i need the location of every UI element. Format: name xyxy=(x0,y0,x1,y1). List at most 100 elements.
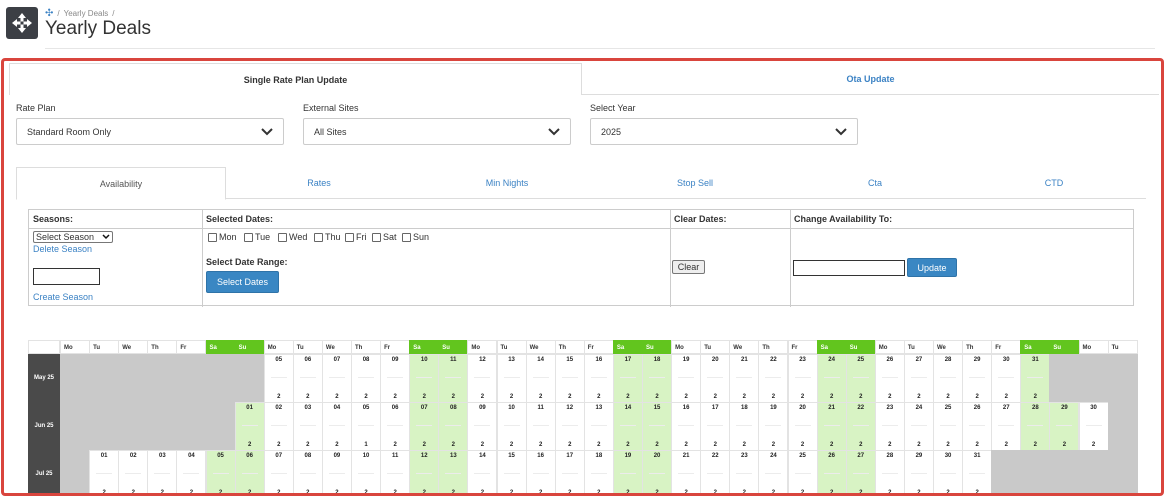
calendar-day-cell[interactable]: 25 2 xyxy=(787,450,818,493)
calendar-day-cell[interactable]: 08 2 xyxy=(292,450,323,493)
calendar-day-cell[interactable]: 21 2 xyxy=(671,450,702,493)
calendar-day-cell[interactable]: 12 2 xyxy=(554,402,585,451)
availability-input[interactable] xyxy=(793,260,905,276)
update-button[interactable]: Update xyxy=(907,258,957,277)
year-select[interactable]: 2025 xyxy=(590,118,858,145)
calendar-day-cell[interactable]: 29 2 xyxy=(962,354,993,403)
create-season-link[interactable]: Create Season xyxy=(33,292,93,302)
tab-cta[interactable]: Cta xyxy=(788,167,962,199)
tab-rates[interactable]: Rates xyxy=(226,167,412,199)
calendar-day-cell[interactable]: 19 2 xyxy=(612,450,643,493)
calendar-day-cell[interactable]: 04 2 xyxy=(176,450,207,493)
calendar-day-cell[interactable]: 18 2 xyxy=(583,450,614,493)
tab-min-nights[interactable]: Min Nights xyxy=(412,167,602,199)
external-sites-select[interactable]: All Sites xyxy=(303,118,571,145)
calendar-day-cell[interactable]: 31 2 xyxy=(962,450,993,493)
calendar-day-cell[interactable]: 14 2 xyxy=(612,402,643,451)
calendar-day-cell[interactable]: 19 2 xyxy=(671,354,702,403)
calendar-day-cell[interactable]: 24 2 xyxy=(758,450,789,493)
calendar-day-cell[interactable]: 05 2 xyxy=(205,450,236,493)
calendar-day-cell[interactable]: 30 2 xyxy=(933,450,964,493)
tab-ctd[interactable]: CTD xyxy=(962,167,1146,199)
day-checkbox-thu[interactable]: Thu xyxy=(314,232,341,242)
calendar-day-cell[interactable]: 17 2 xyxy=(700,402,731,451)
calendar-day-cell[interactable]: 08 2 xyxy=(438,402,469,451)
calendar-day-cell[interactable]: 31 2 xyxy=(1020,354,1051,403)
calendar-day-cell[interactable]: 21 2 xyxy=(729,354,760,403)
calendar-day-cell[interactable]: 05 1 xyxy=(351,402,382,451)
calendar-day-cell[interactable]: 25 2 xyxy=(845,354,876,403)
tab-stop-sell[interactable]: Stop Sell xyxy=(602,167,788,199)
calendar-day-cell[interactable]: 30 2 xyxy=(1078,402,1109,451)
calendar-day-cell[interactable]: 08 2 xyxy=(351,354,382,403)
day-checkbox-fri[interactable]: Fri xyxy=(345,232,367,242)
calendar-day-cell[interactable]: 07 2 xyxy=(321,354,352,403)
calendar-day-cell[interactable]: 20 2 xyxy=(700,354,731,403)
calendar-day-cell[interactable]: 18 2 xyxy=(642,354,673,403)
calendar-day-cell[interactable]: 15 2 xyxy=(496,450,527,493)
day-checkbox-mon[interactable]: Mon xyxy=(208,232,237,242)
calendar-day-cell[interactable]: 27 2 xyxy=(991,402,1022,451)
calendar-day-cell[interactable]: 16 2 xyxy=(671,402,702,451)
calendar-day-cell[interactable]: 28 2 xyxy=(1020,402,1051,451)
select-dates-button[interactable]: Select Dates xyxy=(206,271,279,293)
calendar-day-cell[interactable]: 26 2 xyxy=(816,450,847,493)
calendar-day-cell[interactable]: 11 2 xyxy=(525,402,556,451)
rate-plan-select[interactable]: Standard Room Only xyxy=(16,118,284,145)
calendar-day-cell[interactable]: 01 2 xyxy=(234,402,265,451)
calendar-day-cell[interactable]: 07 2 xyxy=(263,450,294,493)
calendar-day-cell[interactable]: 13 2 xyxy=(496,354,527,403)
calendar-day-cell[interactable]: 07 2 xyxy=(409,402,440,451)
calendar-day-cell[interactable]: 15 2 xyxy=(554,354,585,403)
calendar-day-cell[interactable]: 22 2 xyxy=(845,402,876,451)
tab-availability[interactable]: Availability xyxy=(16,167,226,200)
calendar-day-cell[interactable]: 05 2 xyxy=(263,354,294,403)
calendar-day-cell[interactable]: 02 2 xyxy=(263,402,294,451)
calendar-day-cell[interactable]: 09 2 xyxy=(321,450,352,493)
calendar-day-cell[interactable]: 11 2 xyxy=(438,354,469,403)
calendar-day-cell[interactable]: 26 2 xyxy=(874,354,905,403)
calendar-day-cell[interactable]: 28 2 xyxy=(874,450,905,493)
calendar-day-cell[interactable]: 25 2 xyxy=(933,402,964,451)
calendar-day-cell[interactable]: 28 2 xyxy=(933,354,964,403)
calendar-day-cell[interactable]: 16 2 xyxy=(583,354,614,403)
calendar-day-cell[interactable]: 15 2 xyxy=(642,402,673,451)
calendar-day-cell[interactable]: 17 2 xyxy=(554,450,585,493)
calendar-day-cell[interactable]: 24 2 xyxy=(816,354,847,403)
calendar-day-cell[interactable]: 30 2 xyxy=(991,354,1022,403)
calendar-day-cell[interactable]: 20 2 xyxy=(642,450,673,493)
calendar-day-cell[interactable]: 27 2 xyxy=(845,450,876,493)
tab-single-rate-plan-update[interactable]: Single Rate Plan Update xyxy=(9,63,582,95)
calendar-day-cell[interactable]: 17 2 xyxy=(612,354,643,403)
calendar-day-cell[interactable]: 22 2 xyxy=(758,354,789,403)
calendar-day-cell[interactable]: 26 2 xyxy=(962,402,993,451)
calendar-day-cell[interactable]: 09 2 xyxy=(380,354,411,403)
breadcrumb-item[interactable]: Yearly Deals xyxy=(64,9,109,18)
season-select[interactable]: Select Season xyxy=(33,231,113,243)
calendar-day-cell[interactable]: 13 2 xyxy=(583,402,614,451)
day-checkbox-sat[interactable]: Sat xyxy=(372,232,397,242)
calendar-day-cell[interactable]: 24 2 xyxy=(903,402,934,451)
calendar-day-cell[interactable]: 09 2 xyxy=(467,402,498,451)
day-checkbox-wed[interactable]: Wed xyxy=(278,232,307,242)
delete-season-link[interactable]: Delete Season xyxy=(33,244,92,254)
calendar-day-cell[interactable]: 18 2 xyxy=(729,402,760,451)
day-checkbox-tue[interactable]: Tue xyxy=(244,232,270,242)
calendar-day-cell[interactable]: 04 2 xyxy=(321,402,352,451)
season-name-input[interactable] xyxy=(33,268,100,285)
calendar-day-cell[interactable]: 19 2 xyxy=(758,402,789,451)
calendar-day-cell[interactable]: 10 2 xyxy=(351,450,382,493)
calendar-day-cell[interactable]: 02 2 xyxy=(118,450,149,493)
calendar-day-cell[interactable]: 06 2 xyxy=(380,402,411,451)
calendar-day-cell[interactable]: 03 2 xyxy=(292,402,323,451)
calendar-day-cell[interactable]: 01 2 xyxy=(89,450,120,493)
tab-ota-update[interactable]: Ota Update xyxy=(582,63,1159,95)
calendar-day-cell[interactable]: 22 2 xyxy=(700,450,731,493)
calendar-day-cell[interactable]: 16 2 xyxy=(525,450,556,493)
calendar-day-cell[interactable]: 06 2 xyxy=(292,354,323,403)
calendar-day-cell[interactable]: 03 2 xyxy=(147,450,178,493)
calendar-day-cell[interactable]: 10 2 xyxy=(496,402,527,451)
day-checkbox-sun[interactable]: Sun xyxy=(402,232,429,242)
calendar-day-cell[interactable]: 29 2 xyxy=(1049,402,1080,451)
calendar-day-cell[interactable]: 27 2 xyxy=(903,354,934,403)
